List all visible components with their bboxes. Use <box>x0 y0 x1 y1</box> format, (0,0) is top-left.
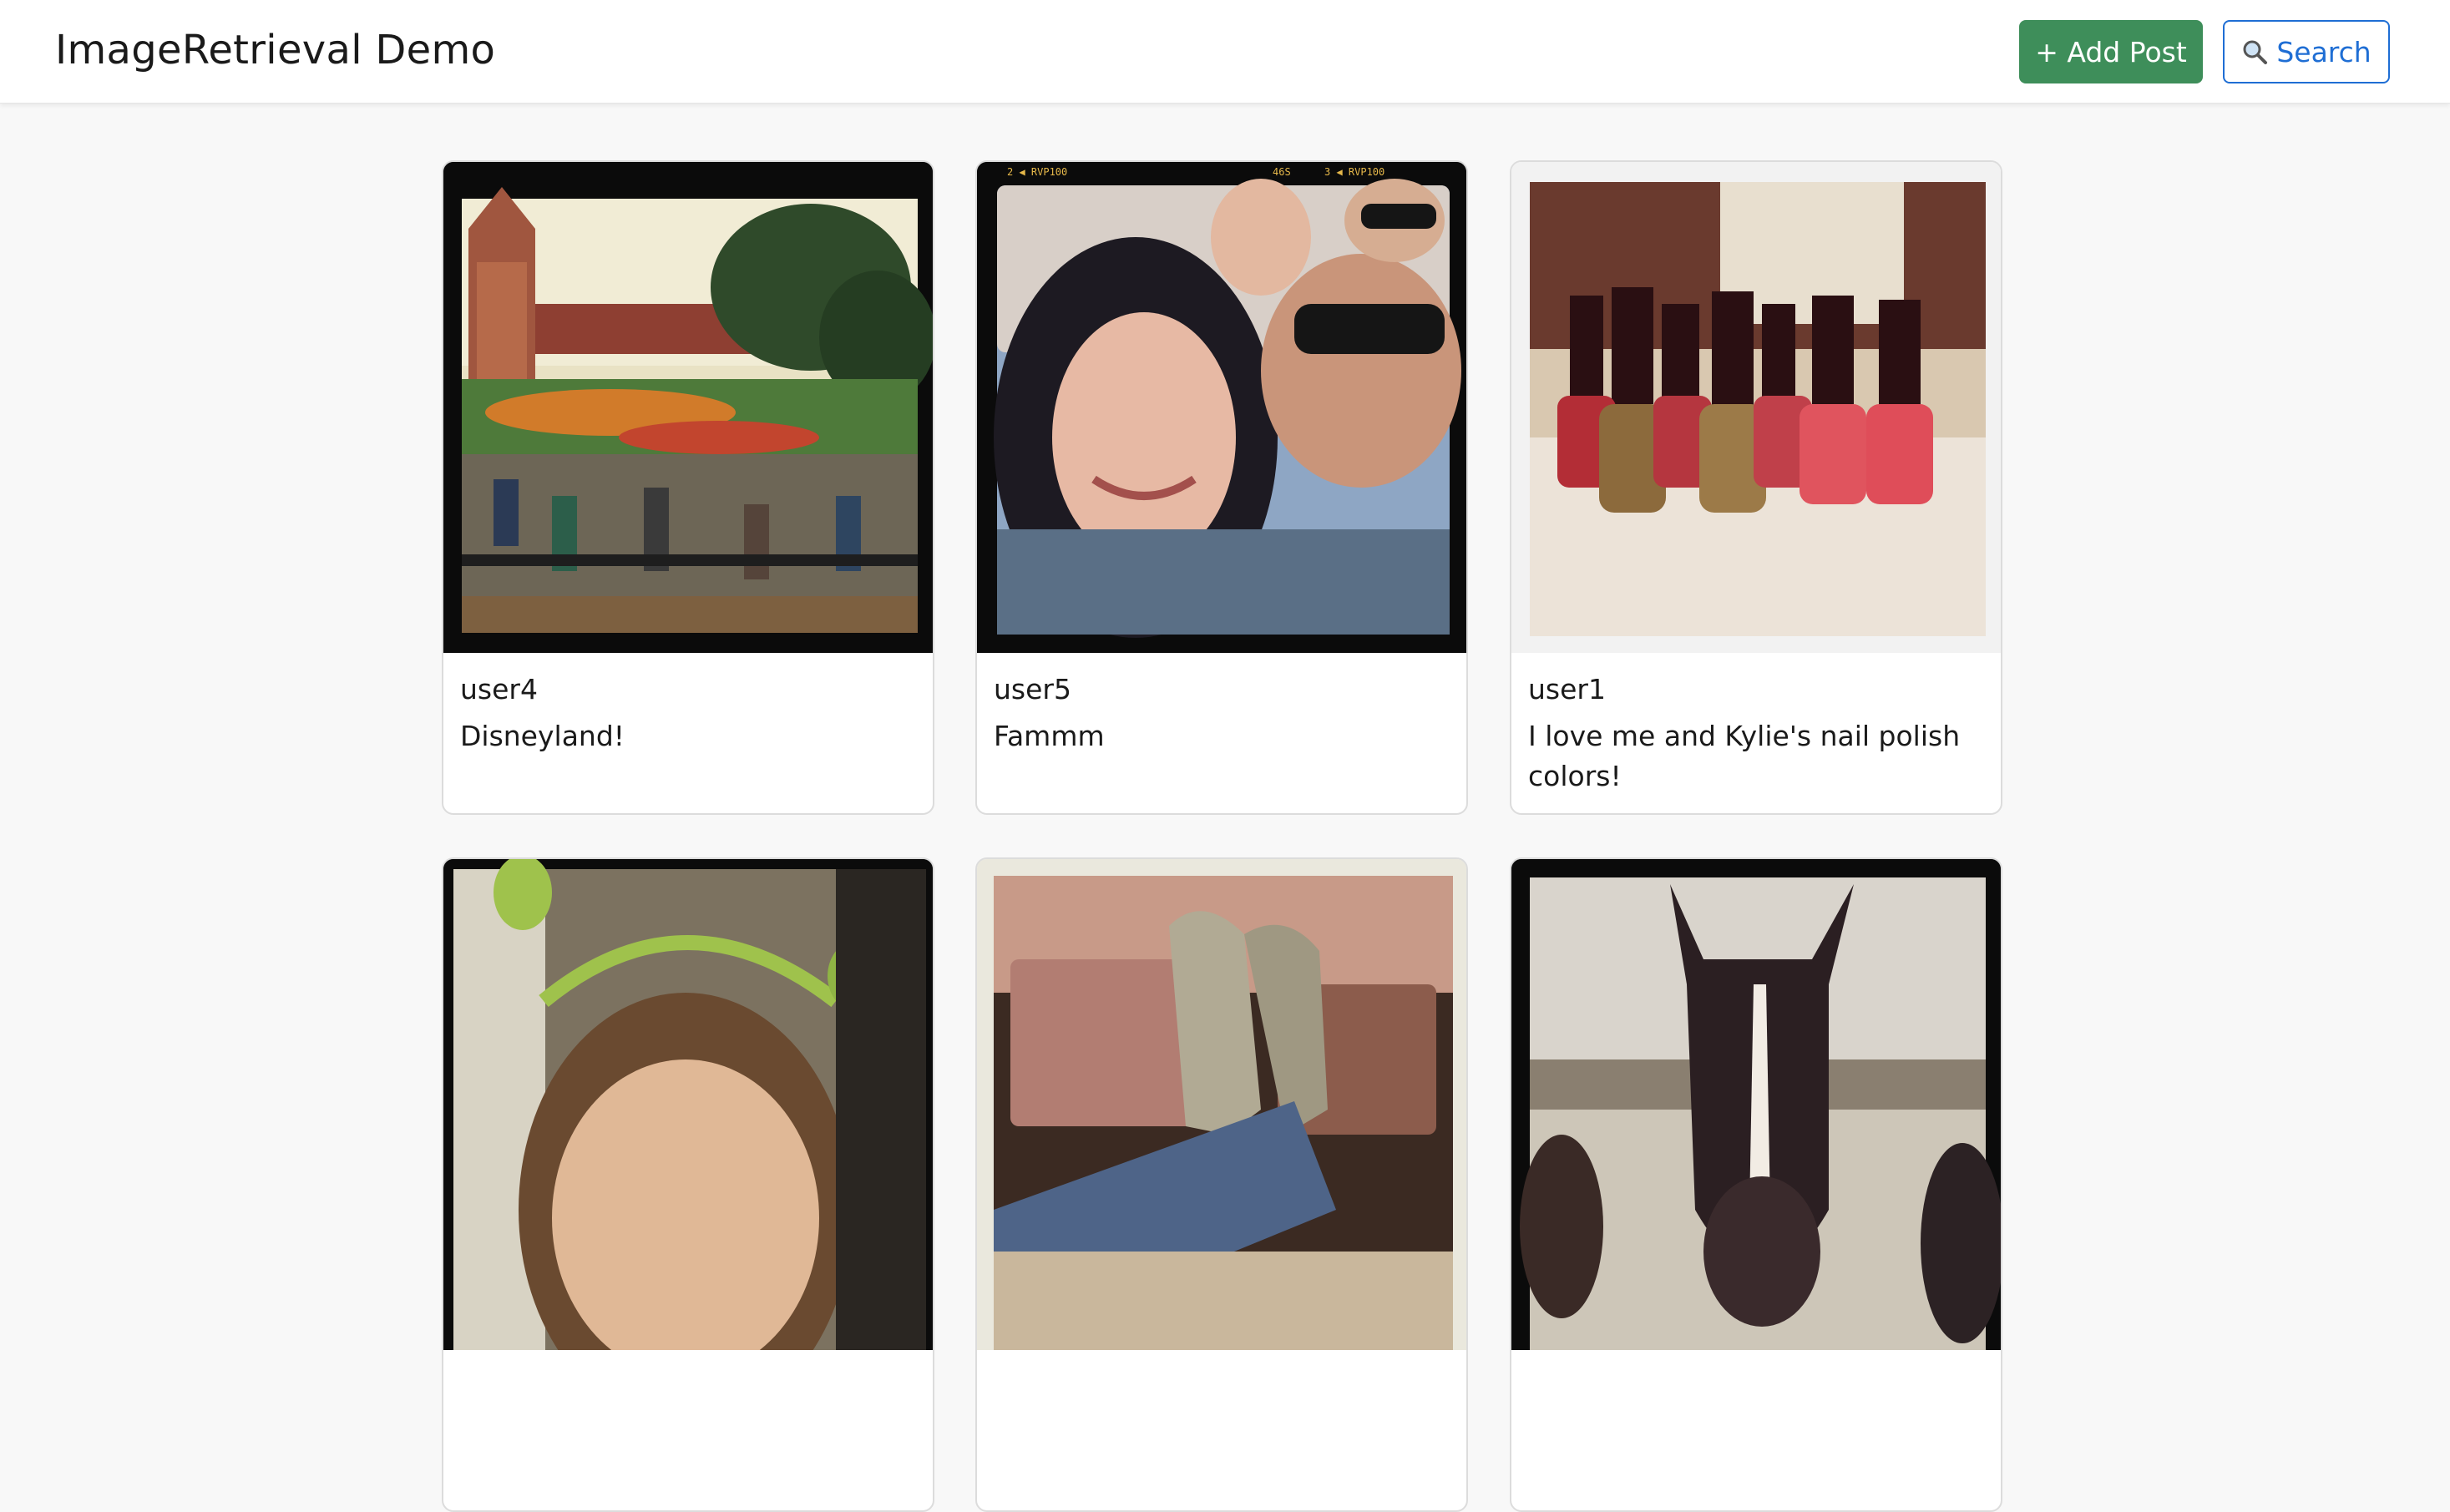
post-card[interactable]: 2 ◀ RVP100 46S 3 ◀ RVP100 user5 Fammm <box>975 160 1468 815</box>
post-caption: Fammm <box>994 720 1105 752</box>
nail-polish-bottles-photo <box>1511 162 2001 653</box>
post-image[interactable] <box>1511 859 2001 1350</box>
svg-text:2 ◀ RVP100: 2 ◀ RVP100 <box>1007 166 1067 178</box>
post-image[interactable] <box>977 859 1466 1350</box>
svg-text:3 ◀ RVP100: 3 ◀ RVP100 <box>1324 166 1384 178</box>
post-image[interactable] <box>443 162 933 653</box>
post-username: user5 <box>994 673 1071 705</box>
svg-text:46S: 46S <box>1273 166 1291 178</box>
post-username: user4 <box>460 673 538 705</box>
cowboy-boots-photo <box>977 859 1466 1350</box>
post-image[interactable]: 2 ◀ RVP100 46S 3 ◀ RVP100 <box>977 162 1466 653</box>
post-username: user1 <box>1528 673 1606 705</box>
post-card[interactable] <box>442 857 934 1512</box>
post-card[interactable]: user4 Disneyland! <box>442 160 934 815</box>
post-image[interactable] <box>1511 162 2001 653</box>
post-card[interactable]: user1 I love me and Kylie's nail polish … <box>1510 160 2002 815</box>
post-grid: user4 Disneyland! 2 ◀ RVP100 46S 3 ◀ RVP… <box>0 0 2450 1512</box>
group-selfie-photo: 2 ◀ RVP100 46S 3 ◀ RVP100 <box>977 162 1466 653</box>
post-image[interactable] <box>443 859 933 1350</box>
post-card[interactable] <box>1510 857 2002 1512</box>
post-caption: I love me and Kylie's nail polish colors… <box>1528 720 1961 792</box>
post-card[interactable] <box>975 857 1468 1512</box>
child-with-ears-headband-photo <box>443 859 933 1350</box>
horse-close-up-photo <box>1511 859 2001 1350</box>
post-caption: Disneyland! <box>460 720 625 752</box>
disneyland-station-photo <box>443 162 933 653</box>
